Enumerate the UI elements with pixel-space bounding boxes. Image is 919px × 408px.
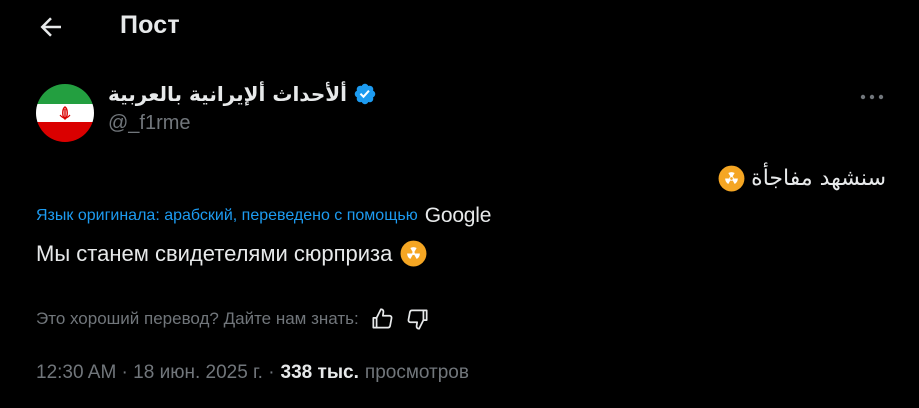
- radioactive-emoji: [718, 165, 745, 192]
- post-date[interactable]: 18 июн. 2025 г.: [133, 362, 263, 384]
- back-button[interactable]: [36, 12, 66, 42]
- author-block: ألأحداث ألإيرانية بالعربية @_f1rme: [108, 82, 377, 135]
- thumbs-down-icon[interactable]: [405, 306, 431, 332]
- translation-feedback: Это хороший перевод? Дайте нам знать:: [36, 306, 431, 332]
- post-meta: 12:30 AM · 18 июн. 2025 г. · 338 тыс. пр…: [36, 362, 469, 384]
- translation-attribution[interactable]: Язык оригинала: арабский, переведено с п…: [36, 204, 491, 228]
- google-logo: Google: [424, 204, 492, 227]
- author-name-link[interactable]: ألأحداث ألإيرانية بالعربية: [108, 82, 377, 106]
- translated-post-text: Мы станем свидетелями сюрприза: [36, 240, 427, 267]
- views-count: 338 тыс.: [280, 362, 359, 383]
- feedback-prompt: Это хороший перевод? Дайте нам знать:: [36, 309, 359, 328]
- separator-dot: ·: [116, 362, 134, 383]
- verified-badge-icon: [354, 83, 376, 105]
- thumbs-up-icon[interactable]: [369, 306, 395, 332]
- post-time[interactable]: 12:30 AM: [36, 362, 116, 384]
- iran-flag-avatar: [36, 84, 94, 142]
- author-handle[interactable]: @_f1rme: [108, 112, 377, 135]
- translation-note: Язык оригинала: арабский, переведено с п…: [36, 207, 418, 224]
- radioactive-emoji: [400, 240, 427, 267]
- arrow-left-icon: [40, 17, 61, 37]
- translated-text: Мы станем свидетелями сюрприза: [36, 240, 393, 266]
- display-name: ألأحداث ألإيرانية بالعربية: [108, 82, 348, 106]
- page-title: Пост: [120, 11, 180, 39]
- more-options-button[interactable]: [855, 84, 889, 110]
- separator-dot: ·: [262, 362, 275, 383]
- original-text: سنشهد مفاجأة: [751, 166, 886, 191]
- avatar[interactable]: [36, 84, 94, 142]
- views-label: просмотров: [364, 362, 469, 383]
- original-post-text: سنشهد مفاجأة: [718, 165, 886, 192]
- more-horizontal-icon: [860, 94, 884, 100]
- header: Пост: [0, 0, 919, 56]
